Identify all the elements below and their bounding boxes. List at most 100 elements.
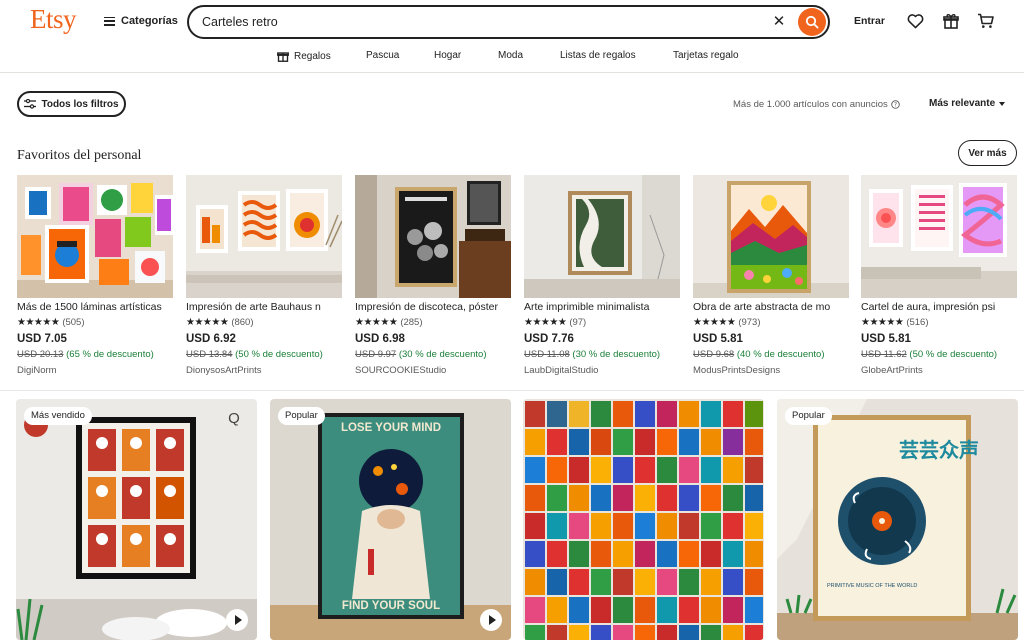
poster-caption: PRIMITIVE MUSIC OF THE WORLD xyxy=(827,583,917,589)
all-filters-button[interactable]: Todos los filtros xyxy=(17,91,126,117)
listing-rating: ★★★★★ (285) xyxy=(355,317,423,328)
listing-card[interactable]: Cartel de aura, impresión psi ★★★★★ (516… xyxy=(861,175,1017,380)
nav-item-home[interactable]: Hogar xyxy=(434,50,461,61)
shop-name[interactable]: LaubDigitalStudio xyxy=(524,365,598,376)
review-count: (97) xyxy=(569,317,587,328)
original-price: USD 9.97 xyxy=(355,349,397,360)
listing-card[interactable]: Obra de arte abstracta de mo ★★★★★ (973)… xyxy=(693,175,849,380)
star-rating-icon: ★★★★★ xyxy=(17,317,60,328)
category-nav: Regalos Pascua Hogar Moda Listas de rega… xyxy=(0,44,1024,70)
review-count: (973) xyxy=(738,317,761,328)
search-button[interactable] xyxy=(798,8,826,36)
search-icon xyxy=(805,15,819,29)
search-input[interactable] xyxy=(202,13,762,31)
sort-label: Más relevante xyxy=(929,98,996,109)
listing-title: Cartel de aura, impresión psi xyxy=(861,301,996,313)
listing-title: Obra de arte abstracta de mo xyxy=(693,301,831,313)
discount-text: (30 % de descuento) xyxy=(398,349,487,360)
listing-image xyxy=(186,175,342,298)
play-icon[interactable] xyxy=(480,609,502,631)
discount-text: (50 % de descuento) xyxy=(235,349,323,360)
listing-discount: USD 11.08 (30 % de descuento) xyxy=(524,349,660,360)
listing-image: Q xyxy=(16,399,257,640)
listing-rating: ★★★★★ (516) xyxy=(861,317,929,328)
svg-text:?: ? xyxy=(894,102,897,109)
categories-button[interactable]: Categorías xyxy=(104,11,178,31)
poster-brand: Q xyxy=(228,410,240,427)
etsy-logo[interactable]: Etsy xyxy=(30,4,77,35)
listing-image xyxy=(693,175,849,298)
listing-card-large[interactable]: 芸芸众声 PRIMITIVE MUSIC OF THE WORLD Popula… xyxy=(777,399,1018,640)
discount-text: (40 % de descuento) xyxy=(736,349,825,360)
listing-card[interactable]: Impresión de discoteca, póster ★★★★★ (28… xyxy=(355,175,511,380)
listing-card-large[interactable]: Q Más vendido xyxy=(16,399,257,640)
see-more-button[interactable]: Ver más xyxy=(958,140,1017,166)
listing-image xyxy=(355,175,511,298)
listing-card-large[interactable]: LOSE YOUR MIND FIND YOUR SOUL Popular xyxy=(270,399,511,640)
listing-title: Arte imprimible minimalista xyxy=(524,301,650,313)
star-rating-icon: ★★★★★ xyxy=(524,317,567,328)
nav-item-gifts[interactable]: Regalos xyxy=(277,50,331,62)
listing-card[interactable]: Arte imprimible minimalista ★★★★★ (97) U… xyxy=(524,175,680,380)
original-price: USD 13.84 xyxy=(186,349,233,360)
listing-price: USD 6.98 xyxy=(355,333,405,345)
original-price: USD 9.68 xyxy=(693,349,735,360)
gifts-button[interactable] xyxy=(941,11,961,31)
nav-item-easter[interactable]: Pascua xyxy=(366,50,399,61)
listing-image xyxy=(861,175,1017,298)
listing-title: Más de 1500 láminas artísticas xyxy=(17,301,162,313)
listing-title: Impresión de discoteca, póster xyxy=(355,301,498,313)
bestseller-badge: Más vendido xyxy=(24,407,92,425)
nav-item-registry[interactable]: Listas de regalos xyxy=(560,50,636,61)
listing-image: LOSE YOUR MIND FIND YOUR SOUL xyxy=(270,399,511,640)
listing-rating: ★★★★★ (97) xyxy=(524,317,586,328)
star-rating-icon: ★★★★★ xyxy=(355,317,398,328)
heart-icon xyxy=(907,13,923,28)
shop-name[interactable]: DionysosArtPrints xyxy=(186,365,262,376)
listing-price: USD 6.92 xyxy=(186,333,236,345)
star-rating-icon: ★★★★★ xyxy=(861,317,904,328)
shop-name[interactable]: DigiNorm xyxy=(17,365,57,376)
cart-button[interactable] xyxy=(976,11,996,31)
listing-card[interactable]: Más de 1500 láminas artísticas ★★★★★ (50… xyxy=(17,175,173,380)
sort-dropdown[interactable]: Más relevante xyxy=(929,98,1006,109)
info-icon[interactable]: ? xyxy=(890,100,900,109)
gift-icon xyxy=(277,52,289,62)
header-divider xyxy=(0,72,1024,73)
listing-price: USD 7.76 xyxy=(524,333,574,345)
shop-name[interactable]: ModusPrintsDesigns xyxy=(693,365,780,376)
listing-price: USD 5.81 xyxy=(861,333,911,345)
favorites-button[interactable] xyxy=(905,11,925,31)
section-divider xyxy=(0,390,1024,391)
listing-card[interactable]: Impresión de arte Bauhaus n ★★★★★ (860) … xyxy=(186,175,342,380)
original-price: USD 20.13 xyxy=(17,349,64,360)
hamburger-icon xyxy=(104,16,115,26)
poster-top-text: LOSE YOUR MIND xyxy=(341,422,441,434)
chevron-down-icon xyxy=(999,101,1006,106)
listing-price: USD 7.05 xyxy=(17,333,67,345)
nav-item-gift-cards[interactable]: Tarjetas regalo xyxy=(673,50,739,61)
listing-discount: USD 11.62 (50 % de descuento) xyxy=(861,349,997,360)
poster-title: 芸芸众声 xyxy=(899,438,979,462)
original-price: USD 11.08 xyxy=(524,349,570,360)
close-icon[interactable]: ✕ xyxy=(771,14,787,30)
search-bar: ✕ xyxy=(187,5,830,39)
popular-badge: Popular xyxy=(785,407,832,425)
cart-icon xyxy=(978,13,994,28)
listing-card-large[interactable] xyxy=(523,399,764,640)
gift-icon xyxy=(943,14,959,29)
star-rating-icon: ★★★★★ xyxy=(693,317,736,328)
all-filters-label: Todos los filtros xyxy=(41,98,119,110)
shop-name[interactable]: GlobeArtPrints xyxy=(861,365,923,376)
nav-item-fashion[interactable]: Moda xyxy=(498,50,523,61)
original-price: USD 11.62 xyxy=(861,349,907,360)
listing-discount: USD 13.84 (50 % de descuento) xyxy=(186,349,323,360)
shop-name[interactable]: SOURCOOKIEStudio xyxy=(355,365,446,376)
play-icon[interactable] xyxy=(226,609,248,631)
listing-discount: USD 9.97 (30 % de descuento) xyxy=(355,349,487,360)
listing-price: USD 5.81 xyxy=(693,333,743,345)
review-count: (285) xyxy=(400,317,423,328)
discount-text: (65 % de descuento) xyxy=(66,349,154,360)
signin-link[interactable]: Entrar xyxy=(854,15,885,27)
discount-text: (50 % de descuento) xyxy=(909,349,998,360)
